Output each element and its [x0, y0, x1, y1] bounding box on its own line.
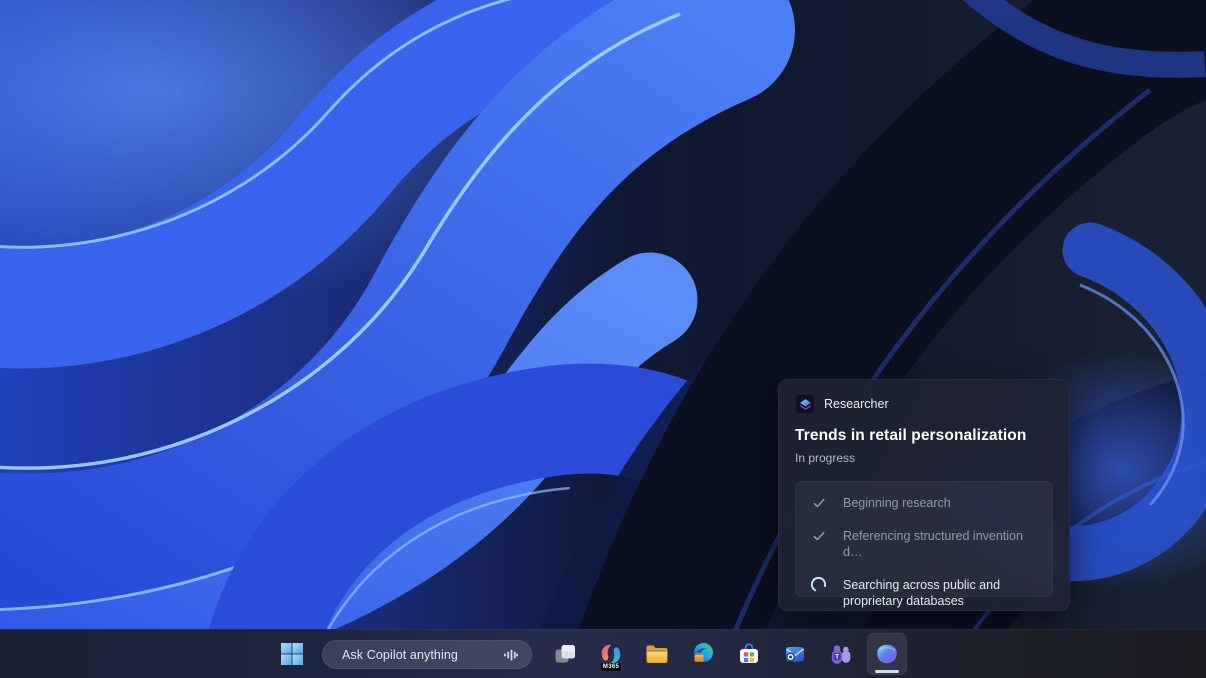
spinner-icon — [810, 576, 827, 593]
file-explorer-icon — [646, 645, 668, 663]
copilot-icon — [877, 644, 897, 664]
research-step-2: Referencing structured invention d… — [810, 528, 1040, 560]
researcher-flyout[interactable]: Researcher Trends in retail personalizat… — [778, 379, 1070, 611]
research-steps-card: Beginning research Referencing structure… — [795, 481, 1053, 608]
researcher-app-name: Researcher — [824, 397, 889, 411]
teams-letter: T — [835, 653, 839, 660]
file-explorer-button[interactable] — [637, 633, 677, 675]
start-button[interactable] — [272, 634, 312, 674]
research-step-1: Beginning research — [810, 495, 1040, 511]
edge-browser-button[interactable] — [683, 633, 723, 675]
check-icon — [810, 527, 827, 544]
copilot-app-button[interactable] — [867, 633, 907, 675]
m365-badge: M365 — [600, 663, 622, 671]
researcher-header: Researcher — [795, 394, 1053, 414]
task-view-icon — [555, 645, 575, 663]
windows-logo-icon — [281, 643, 303, 665]
edge-icon — [694, 643, 713, 662]
check-icon — [810, 494, 827, 511]
microsoft-store-button[interactable] — [729, 633, 769, 675]
taskbar-app-icons: M365 T — [545, 633, 907, 675]
teams-button[interactable]: T — [821, 633, 861, 675]
research-status: In progress — [795, 451, 856, 465]
researcher-agent-icon — [795, 394, 815, 414]
task-view-button[interactable] — [545, 633, 585, 675]
outlook-button[interactable] — [775, 633, 815, 675]
step-label: Referencing structured invention d… — [843, 529, 1023, 559]
microsoft-store-icon — [740, 643, 758, 663]
m365-copilot-app-button[interactable]: M365 — [591, 633, 631, 675]
research-step-3: Searching across public and proprietary … — [810, 576, 1040, 609]
active-app-indicator — [875, 670, 899, 673]
taskbar: Ask Copilot anything M365 T — [0, 629, 1206, 678]
step-label: Beginning research — [843, 496, 951, 510]
teams-icon: T — [831, 645, 851, 664]
outlook-icon — [786, 647, 804, 662]
copilot-search-box[interactable]: Ask Copilot anything — [322, 640, 532, 669]
voice-waveform-icon[interactable] — [503, 647, 519, 663]
research-task-title: Trends in retail personalization — [795, 427, 1027, 444]
step-label: Searching across public and proprietary … — [843, 578, 1001, 608]
desktop: Researcher Trends in retail personalizat… — [0, 0, 1206, 678]
copilot-search-placeholder: Ask Copilot anything — [342, 647, 458, 662]
